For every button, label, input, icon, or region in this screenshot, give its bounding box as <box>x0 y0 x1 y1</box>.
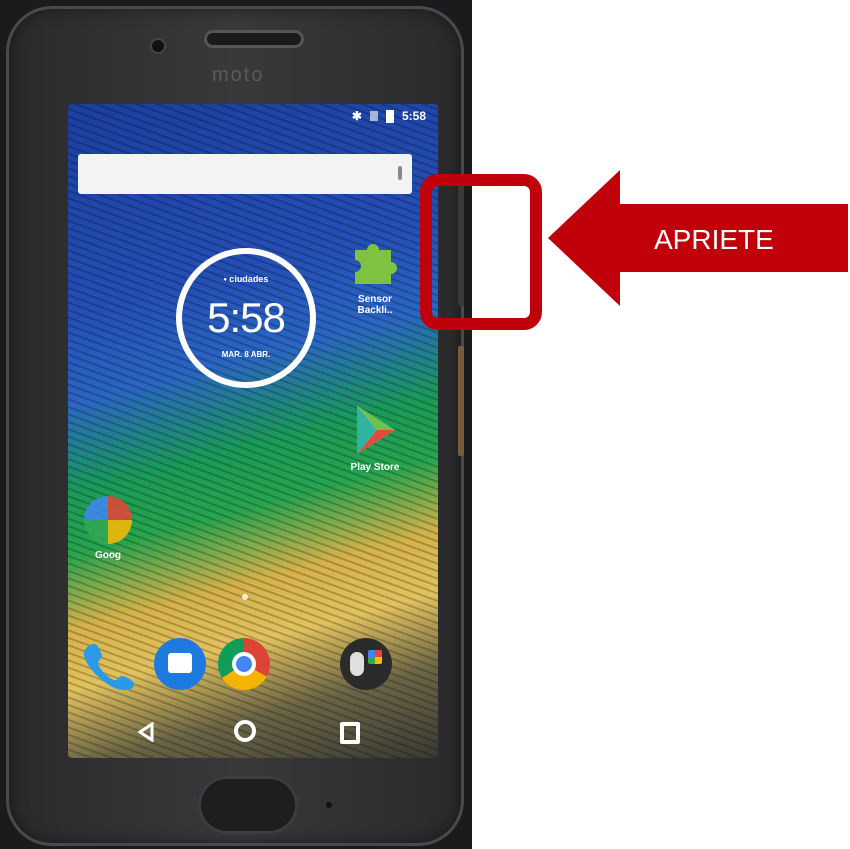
clock-time: 5:58 <box>207 294 286 341</box>
microphone-hole <box>326 802 332 808</box>
status-time: 5:58 <box>401 109 426 123</box>
signal-icon <box>369 111 378 121</box>
clock-weather-text: • ciudades <box>223 274 269 284</box>
app-folder-label: Goog <box>94 550 122 561</box>
volume-key[interactable] <box>458 346 464 456</box>
front-camera <box>152 40 164 52</box>
earpiece-speaker <box>204 30 304 48</box>
mic-icon[interactable] <box>398 166 402 180</box>
google-search-bar[interactable] <box>78 154 412 194</box>
app-sensor[interactable]: Sensor Backli.. <box>340 232 410 316</box>
bluetooth-icon: ✱ <box>351 109 362 123</box>
puzzle-icon <box>355 244 397 284</box>
phone-body: moto ✱ 5:58 • ciudades 5:58 MAR. 8 ABR. … <box>6 6 464 846</box>
app-sensor-label: Sensor Backli.. <box>357 294 393 316</box>
back-icon[interactable] <box>136 722 156 742</box>
annotation-label: APRIETE <box>654 224 774 255</box>
power-button-highlight <box>420 174 542 330</box>
app-folder[interactable]: Goog <box>78 496 138 561</box>
photos-icon[interactable] <box>340 638 392 690</box>
clock-widget[interactable]: • ciudades 5:58 MAR. 8 ABR. <box>176 248 316 388</box>
phone-icon <box>84 644 134 690</box>
messages-icon[interactable] <box>154 638 206 690</box>
page-indicator <box>242 594 248 600</box>
brand-logo: moto <box>212 64 265 86</box>
dock <box>68 632 438 702</box>
folder-icon <box>84 496 132 544</box>
home-icon[interactable] <box>234 720 256 742</box>
status-bar: ✱ 5:58 <box>68 104 438 128</box>
fingerprint-home-button[interactable] <box>198 776 298 834</box>
phone-screen: ✱ 5:58 • ciudades 5:58 MAR. 8 ABR. Senso… <box>68 104 438 758</box>
navigation-bar <box>68 708 438 758</box>
clock-date: MAR. 8 ABR. <box>221 350 271 359</box>
app-play-store[interactable]: Play Store <box>340 404 410 473</box>
phone-app[interactable] <box>84 638 136 690</box>
play-store-icon <box>357 406 395 454</box>
chrome-icon[interactable] <box>218 638 270 690</box>
recents-icon[interactable] <box>340 722 360 744</box>
battery-icon <box>385 109 394 123</box>
app-play-store-label: Play Store <box>350 462 400 473</box>
